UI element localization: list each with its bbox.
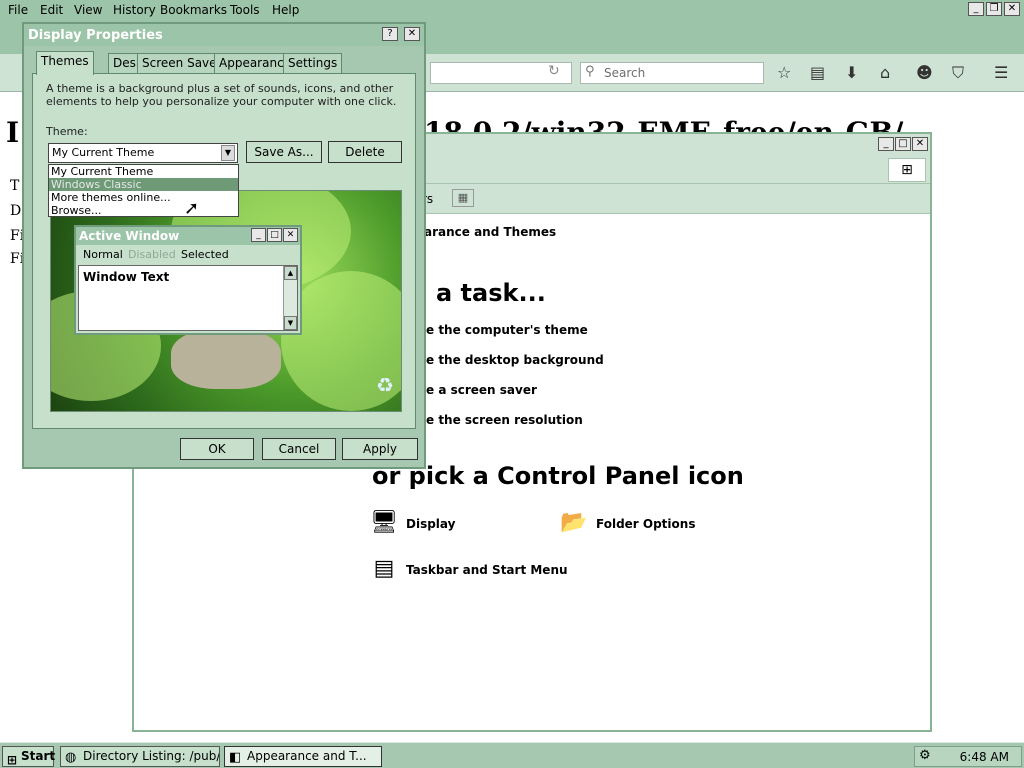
close-icon[interactable]: ✕ bbox=[1004, 2, 1020, 16]
preview-menu-disabled: Disabled bbox=[128, 248, 176, 261]
taskbar: ⊞ Start ◍ Directory Listing: /pub/f... ◧… bbox=[0, 742, 1024, 768]
control-panel-window-controls: _ □ ✕ bbox=[878, 137, 928, 151]
pocket-icon[interactable]: ⛉ bbox=[952, 63, 964, 83]
task-link-resolution[interactable]: e the screen resolution bbox=[426, 413, 583, 427]
folder-options-icon[interactable]: 📂 bbox=[558, 508, 590, 538]
home-icon[interactable]: ⌂ bbox=[880, 63, 890, 82]
menu-view[interactable]: View bbox=[74, 3, 102, 17]
preview-menu-normal: Normal bbox=[83, 248, 123, 261]
control-panel-icon: ◧ bbox=[229, 750, 242, 765]
tab-themes[interactable]: Themes bbox=[36, 51, 94, 75]
listing-row: D bbox=[10, 203, 22, 219]
minimize-icon[interactable]: _ bbox=[968, 2, 984, 16]
firefox-menubar: File Edit View History Bookmarks Tools H… bbox=[0, 0, 1024, 20]
reload-icon[interactable]: ↻ bbox=[548, 63, 560, 79]
start-button[interactable]: ⊞ Start bbox=[2, 746, 56, 767]
dialog-title-buttons: ? ✕ bbox=[382, 27, 420, 41]
taskbar-item-label: Directory Listing: /pub/f... bbox=[83, 749, 219, 763]
reading-list-icon[interactable]: ▤ bbox=[810, 63, 825, 82]
theme-description: A theme is a background plus a set of so… bbox=[46, 82, 397, 108]
menu-icon[interactable]: ☰ bbox=[994, 63, 1008, 82]
menu-history[interactable]: History bbox=[113, 3, 156, 17]
delete-button[interactable]: Delete bbox=[328, 141, 402, 163]
preview-window-title: Active Window bbox=[79, 229, 180, 243]
preview-active-window: Active Window _ □ ✕ Normal Disabled Sele… bbox=[74, 225, 302, 335]
restore-icon[interactable]: ❐ bbox=[986, 2, 1002, 16]
ok-button[interactable]: OK bbox=[180, 438, 254, 460]
category-title: arance and Themes bbox=[424, 225, 557, 239]
task-link-theme[interactable]: e the computer's theme bbox=[426, 323, 588, 337]
theme-label: Theme: bbox=[46, 125, 88, 138]
chat-icon[interactable]: ☻ bbox=[916, 63, 933, 82]
taskbar-item-label: Appearance and T... bbox=[247, 749, 367, 763]
windows-logo-icon: ⊞ bbox=[7, 753, 18, 767]
help-icon[interactable]: ? bbox=[382, 27, 398, 41]
menu-tools[interactable]: Tools bbox=[230, 3, 260, 17]
preview-window-titlebar: Active Window _ □ ✕ bbox=[76, 227, 300, 245]
theme-option[interactable]: Browse... bbox=[49, 204, 238, 217]
taskbar-start-menu-link[interactable]: Taskbar and Start Menu bbox=[406, 563, 568, 577]
listing-row: T bbox=[10, 178, 20, 194]
taskbar-item-appearance[interactable]: ◧ Appearance and T... bbox=[224, 746, 382, 767]
minimize-icon: _ bbox=[251, 228, 266, 242]
preview-menu-selected: Selected bbox=[181, 248, 229, 261]
theme-option-highlighted[interactable]: Windows Classic bbox=[49, 178, 238, 191]
close-icon[interactable]: ✕ bbox=[912, 137, 928, 151]
download-icon[interactable]: ⬇ bbox=[845, 63, 858, 82]
display-icon[interactable]: 🖥 bbox=[368, 508, 400, 538]
preview-window-controls: _ □ ✕ bbox=[251, 228, 298, 242]
chevron-down-icon[interactable]: ▼ bbox=[221, 145, 235, 161]
search-icon: ⚲ bbox=[585, 64, 595, 79]
close-icon: ✕ bbox=[283, 228, 298, 242]
menu-file[interactable]: File bbox=[8, 3, 28, 17]
scroll-down-icon: ▼ bbox=[284, 316, 297, 330]
display-link[interactable]: Display bbox=[406, 517, 455, 531]
tab-settings[interactable]: Settings bbox=[283, 53, 343, 73]
cancel-button[interactable]: Cancel bbox=[262, 438, 336, 460]
pick-icon-heading: or pick a Control Panel icon bbox=[372, 462, 744, 490]
task-link-screensaver[interactable]: e a screen saver bbox=[426, 383, 537, 397]
start-label: Start bbox=[21, 749, 56, 763]
preview-window-text: Window Text bbox=[83, 270, 170, 284]
apply-button[interactable]: Apply bbox=[342, 438, 418, 460]
system-tray: ⚙ 6:48 AM bbox=[914, 746, 1022, 767]
scroll-up-icon: ▲ bbox=[284, 266, 297, 280]
preview-text-area: Window Text ▲ ▼ bbox=[78, 265, 298, 331]
theme-select[interactable]: My Current Theme bbox=[48, 143, 238, 163]
save-as-button[interactable]: Save As... bbox=[246, 141, 322, 163]
bookmark-star-icon[interactable]: ☆ bbox=[777, 63, 791, 82]
mouse-pointer-icon: ➚ bbox=[184, 198, 200, 219]
frog-image bbox=[171, 329, 281, 389]
theme-option[interactable]: My Current Theme bbox=[49, 165, 238, 178]
maximize-icon: □ bbox=[267, 228, 282, 242]
taskbar-icon[interactable]: ▤ bbox=[368, 554, 400, 584]
page-title-start: I bbox=[6, 116, 20, 149]
task-link-background[interactable]: e the desktop background bbox=[426, 353, 604, 367]
folder-options-link[interactable]: Folder Options bbox=[596, 517, 695, 531]
preview-scrollbar: ▲ ▼ bbox=[283, 266, 297, 330]
theme-dropdown-list: My Current Theme Windows Classic More th… bbox=[48, 164, 239, 217]
views-icon[interactable]: ▦ bbox=[452, 189, 474, 207]
close-icon[interactable]: ✕ bbox=[404, 27, 420, 41]
firefox-icon: ◍ bbox=[65, 750, 77, 765]
search-placeholder: Search bbox=[604, 66, 646, 80]
tray-icon[interactable]: ⚙ bbox=[919, 748, 931, 763]
dialog-titlebar[interactable]: Display Properties ? ✕ bbox=[24, 24, 424, 46]
maximize-icon[interactable]: □ bbox=[895, 137, 911, 151]
menu-bookmarks[interactable]: Bookmarks bbox=[160, 3, 227, 17]
dialog-title: Display Properties bbox=[28, 28, 163, 43]
menu-help[interactable]: Help bbox=[272, 3, 299, 17]
theme-option[interactable]: More themes online... bbox=[49, 191, 238, 204]
windows-logo-icon: ⊞ bbox=[888, 158, 926, 182]
firefox-window-controls: _ ❐ ✕ bbox=[968, 2, 1020, 16]
minimize-icon[interactable]: _ bbox=[878, 137, 894, 151]
menu-edit[interactable]: Edit bbox=[40, 3, 63, 17]
recycle-bin-icon: ♻ bbox=[376, 373, 394, 397]
taskbar-item-firefox[interactable]: ◍ Directory Listing: /pub/f... bbox=[60, 746, 220, 767]
clock[interactable]: 6:48 AM bbox=[960, 750, 1009, 764]
pick-task-heading: a task... bbox=[436, 279, 546, 307]
